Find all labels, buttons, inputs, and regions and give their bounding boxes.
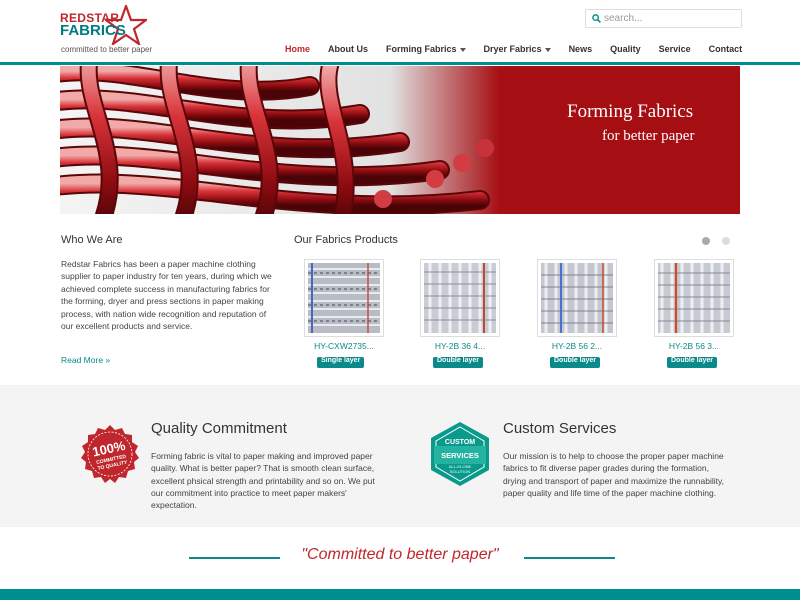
product-badge: Double layer [433,357,484,368]
logo-tagline: committed to better paper [61,45,153,54]
product-name[interactable]: HY-2B 56 2... [527,341,627,351]
product-badge: Double layer [550,357,601,368]
hero-title: Forming Fabrics [567,101,694,122]
custom-services-heading: Custom Services [503,420,617,437]
custom-badge-line4: SOLUTION [450,469,471,474]
custom-badge-line2: SERVICES [441,451,479,460]
site-logo[interactable]: REDSTAR FABRICS committed to better pape… [60,5,170,57]
nav-home[interactable]: Home [276,38,319,60]
nav-dryer-fabrics[interactable]: Dryer Fabrics [475,38,560,60]
fabric-weave-image [60,66,500,214]
logo-name-bottom: FABRICS [60,22,126,39]
nav-quality-label: Quality [610,44,641,54]
who-we-are-heading: Who We Are [61,234,123,246]
main-nav: Home About Us Forming Fabrics Dryer Fabr… [276,38,751,60]
nav-service[interactable]: Service [650,38,700,60]
product-badge: Single layer [317,357,365,368]
product-image[interactable] [304,259,384,337]
carousel-dot-active[interactable] [702,237,710,245]
custom-services-badge-icon: CUSTOM SERVICES ALL-IN-ONE SOLUTION [431,422,489,486]
caret-down-icon [544,47,551,52]
motto-text: "Committed to better paper" [301,546,499,563]
product-name[interactable]: HY-2B 36 4... [410,341,510,351]
nav-home-label: Home [285,44,311,54]
caret-down-icon [459,47,466,52]
who-we-are-text: Redstar Fabrics has been a paper machine… [61,259,272,332]
nav-news-label: News [568,44,593,54]
search-input[interactable] [604,11,738,26]
carousel-dot[interactable] [722,237,730,245]
product-image[interactable] [537,259,617,337]
search-icon [592,14,601,23]
nav-news[interactable]: News [560,38,602,60]
hero-banner[interactable]: Forming Fabrics for better paper [60,66,740,214]
site-header: REDSTAR FABRICS committed to better pape… [0,0,800,62]
product-name[interactable]: HY-2B 56 3... [644,341,744,351]
custom-badge-line1: CUSTOM [445,439,475,446]
nav-forming-fabrics-label: Forming Fabrics [386,44,457,54]
nav-service-label: Service [658,44,691,54]
product-image[interactable] [654,259,734,337]
nav-dryer-fabrics-label: Dryer Fabrics [483,44,542,54]
quality-heading: Quality Commitment [151,420,287,437]
quality-text: Forming fabric is vital to paper making … [151,451,375,511]
nav-contact[interactable]: Contact [700,38,752,60]
nav-about-us-label: About Us [328,44,369,54]
nav-about-us[interactable]: About Us [319,38,377,60]
nav-quality[interactable]: Quality [601,38,650,60]
products-heading: Our Fabrics Products [294,234,398,246]
site-footer [0,589,800,600]
nav-forming-fabrics[interactable]: Forming Fabrics [377,38,475,60]
read-more-link[interactable]: Read More » [61,355,110,365]
nav-contact-label: Contact [708,44,743,54]
hero-subtitle: for better paper [602,128,695,144]
custom-services-text: Our mission is to help to choose the pro… [503,451,724,498]
product-badge: Double layer [667,357,718,368]
header-divider [0,62,800,65]
product-name[interactable]: HY-CXW2735... [294,341,394,351]
product-image[interactable] [420,259,500,337]
motto-divider-right [524,557,615,559]
search-box [585,9,742,28]
quality-seal-icon: 100% COMMITTED TO QUALITY [81,425,139,483]
motto-divider-left [189,557,280,559]
